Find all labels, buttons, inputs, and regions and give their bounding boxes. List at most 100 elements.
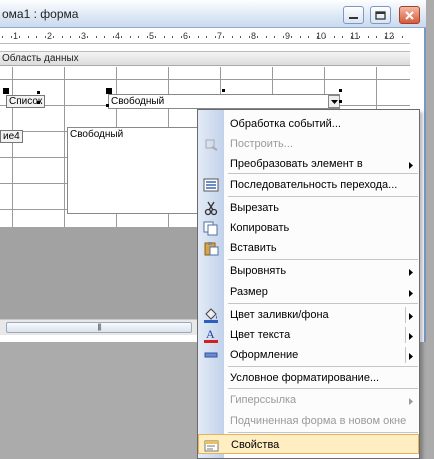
ruler-tick: [198, 36, 199, 38]
ruler-number: 9: [285, 31, 291, 41]
menu-item-label: Гиперссылка: [230, 394, 297, 406]
maximize-icon: [375, 10, 386, 20]
ruler-tick: [45, 36, 46, 38]
ruler-tick: [53, 36, 54, 38]
ruler-tick: [223, 36, 224, 38]
menu-item-15[interactable]: Свойства: [198, 434, 419, 454]
split-separator: [405, 347, 406, 363]
ruler-tick: [249, 36, 250, 38]
ruler-tick: [351, 36, 352, 38]
ruler-tick: [96, 36, 97, 38]
ruler-tick: [393, 36, 394, 38]
ruler-tick: [104, 36, 105, 38]
ruler-tick: [2, 36, 3, 38]
build-icon: [202, 136, 220, 152]
menu-item-8[interactable]: Размер: [198, 282, 419, 302]
menu-item-11[interactable]: Оформление: [198, 345, 419, 365]
selection-handle[interactable]: [339, 100, 342, 103]
ruler-number: 7: [217, 31, 223, 41]
menu-item-9[interactable]: Цвет заливки/фона: [198, 305, 419, 325]
ruler-tick: [385, 36, 386, 38]
tab-order-icon: [202, 177, 220, 193]
menu-item-label: Цвет заливки/фона: [230, 309, 329, 321]
ruler-tick: [130, 36, 131, 38]
ruler-tick: [155, 36, 156, 38]
font-color-icon: A: [202, 327, 220, 343]
menu-item-label: Вырезать: [230, 202, 279, 214]
menu-item-7[interactable]: Выровнять: [198, 261, 419, 281]
ruler-tick: [79, 36, 80, 38]
ruler-tick: [181, 36, 182, 38]
submenu-arrow-icon: [409, 331, 413, 343]
selection-handle[interactable]: [339, 89, 342, 92]
ruler-number: 6: [183, 31, 189, 41]
selection-handle[interactable]: [37, 101, 40, 104]
menu-item-12[interactable]: Условное форматирование...: [198, 368, 419, 388]
horizontal-scrollbar[interactable]: ||||: [0, 319, 198, 335]
submenu-arrow-icon: [409, 311, 413, 323]
label-partial[interactable]: ие4: [0, 130, 23, 143]
menu-item-0[interactable]: Обработка событий...: [198, 114, 419, 134]
ruler-number: 3: [81, 31, 87, 41]
split-separator: [405, 307, 406, 323]
menu-item-label: Последовательность перехода...: [230, 179, 398, 191]
ruler-tick: [147, 36, 148, 38]
selection-handle[interactable]: [222, 89, 225, 92]
ruler-number: 4: [115, 31, 121, 41]
ruler-tick: [189, 36, 190, 38]
menu-separator: [228, 259, 418, 260]
horizontal-ruler[interactable]: 1 2 3 4 5 6 7 8 9 10 11 12: [0, 30, 410, 44]
combo-box-control[interactable]: Свободный: [108, 94, 340, 109]
chevron-down-icon: [330, 99, 338, 104]
menu-item-label: Преобразовать элемент в: [230, 158, 363, 170]
ruler-tick: [376, 36, 377, 38]
properties-icon: [203, 437, 221, 453]
ruler-tick: [36, 36, 37, 38]
ruler-tick: [266, 36, 267, 38]
minimize-icon: [349, 16, 358, 19]
menu-item-label: Выровнять: [230, 265, 287, 277]
menu-item-label: Условное форматирование...: [230, 372, 380, 384]
ruler-tick: [283, 36, 284, 38]
menu-item-14: Подчиненная форма в новом окне: [198, 411, 419, 431]
ruler-tick: [70, 36, 71, 38]
detail-section-header[interactable]: Область данных: [0, 51, 410, 66]
menu-item-label: Цвет текста: [230, 329, 291, 341]
text-box-control[interactable]: Свободный: [67, 127, 200, 214]
ruler-tick: [138, 36, 139, 38]
menu-separator: [228, 432, 418, 433]
selection-handle[interactable]: [3, 88, 9, 94]
ruler-tick: [28, 36, 29, 38]
ruler-tick: [240, 36, 241, 38]
maximize-button[interactable]: [370, 6, 391, 24]
menu-item-label: Копировать: [230, 222, 290, 234]
ruler-tick: [19, 36, 20, 38]
menu-item-10[interactable]: A Цвет текста: [198, 325, 419, 345]
ruler-tick: [164, 36, 165, 38]
ruler-tick: [368, 36, 369, 38]
menu-separator: [228, 303, 418, 304]
menu-item-3[interactable]: Последовательность перехода...: [198, 175, 419, 195]
ruler-tick: [11, 36, 12, 38]
section-title: Область данных: [2, 53, 79, 64]
selection-handle[interactable]: [106, 104, 109, 107]
submenu-arrow-icon: [409, 288, 413, 300]
submenu-arrow-icon: [409, 267, 413, 279]
close-button[interactable]: [399, 6, 420, 24]
title-bar[interactable]: ома1 : форма: [0, 0, 426, 28]
ruler-number: 5: [149, 31, 155, 41]
selection-handle[interactable]: [37, 91, 40, 94]
minimize-button[interactable]: [343, 6, 364, 24]
split-separator: [405, 327, 406, 343]
ruler-tick: [232, 36, 233, 38]
scrollbar-thumb[interactable]: ||||: [6, 322, 192, 333]
menu-item-2[interactable]: Преобразовать элемент в: [198, 154, 419, 174]
ruler-tick: [300, 36, 301, 38]
menu-separator: [228, 388, 418, 389]
menu-item-label: Обработка событий...: [230, 118, 341, 130]
menu-separator: [228, 366, 418, 367]
menu-item-6[interactable]: Вставить: [198, 238, 419, 258]
menu-item-13: Гиперссылка: [198, 390, 419, 410]
menu-item-4[interactable]: Вырезать: [198, 198, 419, 218]
menu-item-5[interactable]: Копировать: [198, 218, 419, 238]
